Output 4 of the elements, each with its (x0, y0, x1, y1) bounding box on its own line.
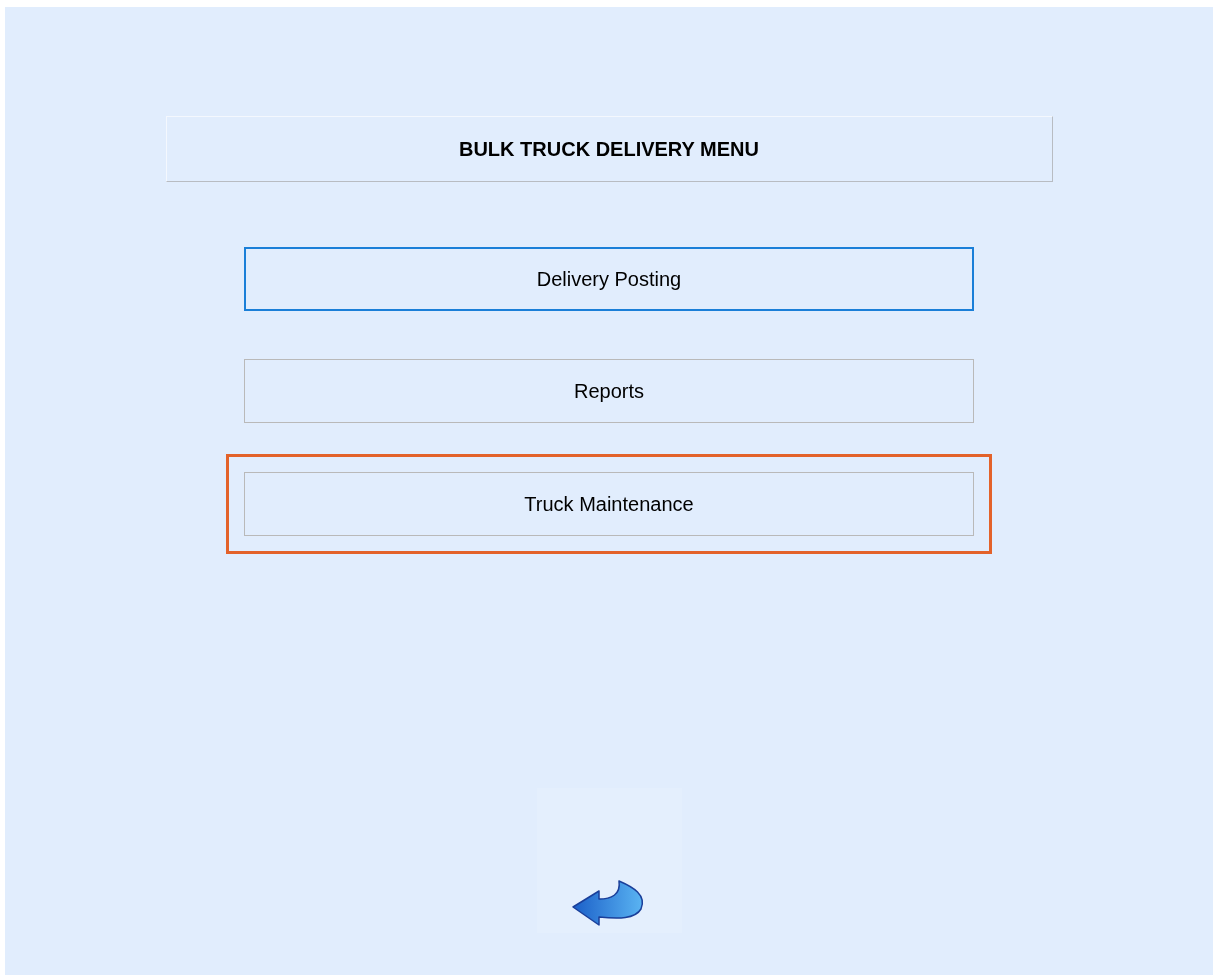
menu-button[interactable]: Truck Maintenance (244, 472, 974, 536)
menu-button[interactable]: Reports (244, 359, 974, 423)
menu-button[interactable]: Delivery Posting (244, 247, 974, 311)
menu-title: BULK TRUCK DELIVERY MENU (165, 116, 1053, 182)
